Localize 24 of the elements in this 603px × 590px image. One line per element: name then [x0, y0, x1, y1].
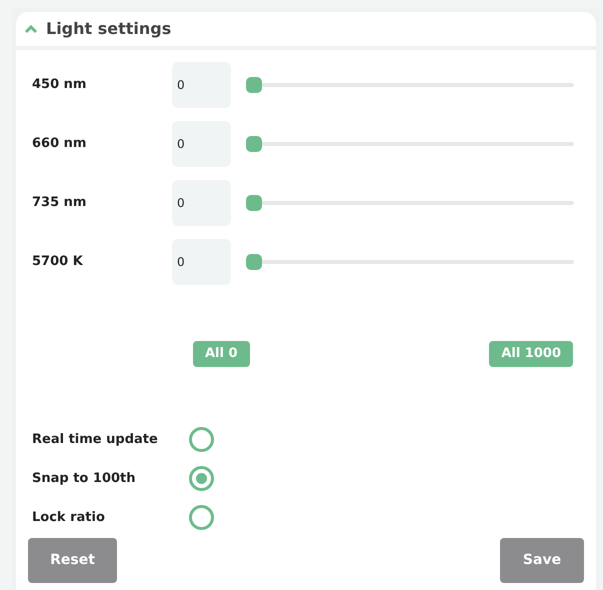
channel-label: 450 nm — [31, 76, 88, 94]
radio-button[interactable] — [189, 505, 214, 530]
slider-thumb[interactable] — [246, 136, 262, 152]
option-label: Snap to 100th — [31, 470, 136, 488]
panel-title: Light settings — [46, 18, 172, 40]
slider-thumb[interactable] — [246, 77, 262, 93]
slider-track[interactable] — [246, 195, 574, 211]
value-field[interactable]: 0 — [172, 121, 231, 167]
slider-track[interactable] — [246, 77, 574, 93]
option-label: Real time update — [31, 430, 159, 449]
value-field[interactable]: 0 — [172, 62, 231, 108]
slider-track[interactable] — [246, 136, 574, 152]
radio-button[interactable] — [189, 466, 214, 491]
slider-track[interactable] — [246, 254, 574, 270]
channel-label: 735 nm — [31, 194, 88, 212]
value-field[interactable]: 0 — [172, 239, 231, 285]
slider-thumb[interactable] — [246, 195, 262, 211]
channel-label: 5700 K — [31, 253, 84, 272]
channel-label: 660 nm — [31, 135, 88, 154]
radio-button[interactable] — [189, 427, 214, 452]
panel-header[interactable]: Light settings — [16, 12, 596, 46]
option-label: Lock ratio — [31, 508, 106, 527]
slider-thumb[interactable] — [246, 254, 262, 270]
value-field[interactable]: 0 — [172, 180, 231, 226]
